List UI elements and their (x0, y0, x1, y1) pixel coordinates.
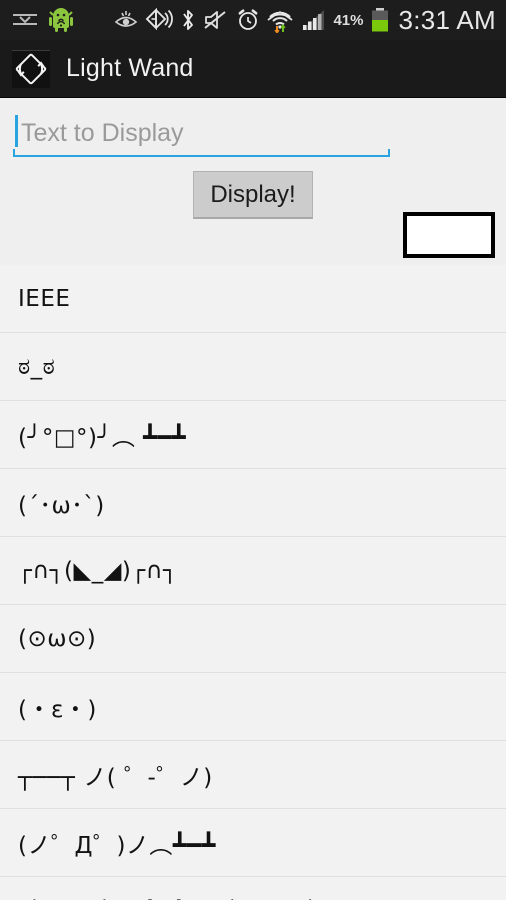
list-item[interactable]: (´･ω･`) (0, 469, 506, 537)
list-item-label: (⊙ω⊙) (18, 625, 97, 652)
list-item-label: (´･ω･`) (18, 492, 105, 519)
list-item-label: (╯°□°)╯︵ ┻━┻ (18, 424, 187, 451)
list-item[interactable]: IEEE (0, 265, 506, 333)
list-item-label: ┌∩┐(◣_◢)┌∩┐ (18, 557, 178, 584)
battery-percent-label: 41% (333, 11, 364, 29)
list-item-label: IEEE (18, 285, 71, 312)
emoticon-list[interactable]: IEEE ಠ_ಠ (╯°□°)╯︵ ┻━┻ (´･ω･`) ┌∩┐(◣_◢)┌∩… (0, 265, 506, 900)
wifi-icon (267, 11, 294, 33)
phone-screen: 41% 3:31 AM Light Wand Text to Display D… (0, 0, 506, 900)
list-item[interactable]: (╯°□°)╯︵ ┻━┻ (0, 401, 506, 469)
main-content: Display! IEEE ಠ_ಠ (╯°□°)╯︵ ┻━┻ (´･ω･`) ┌… (0, 99, 506, 900)
list-item-label: ┬──┬ ノ( ゜-゜ノ) (18, 764, 213, 791)
status-bar-left-icons (0, 7, 74, 33)
list-item[interactable]: ┬──┬ ノ( ゜-゜ノ) (0, 741, 506, 809)
list-item[interactable]: (╯°□°)╯︵ ┻━┻ ︵ ╯(°□° ╯) (0, 877, 506, 900)
list-item-label: ಠ_ಠ (18, 353, 56, 380)
sound-waves-icon (146, 8, 174, 31)
list-item[interactable]: ಠ_ಠ (0, 333, 506, 401)
display-button[interactable]: Display! (193, 171, 313, 219)
collapse-notification-icon (13, 14, 37, 25)
list-item[interactable]: (ノ゜Д゜)ノ︵┻━┻ (0, 809, 506, 877)
list-item[interactable]: (・ε・) (0, 673, 506, 741)
text-input-underline (13, 109, 390, 157)
list-item-label: (ノ゜Д゜)ノ︵┻━┻ (18, 832, 216, 859)
cell-signal-icon (302, 10, 325, 30)
alarm-clock-icon (238, 9, 259, 30)
text-cursor (15, 115, 18, 147)
app-action-bar: Light Wand (0, 40, 506, 98)
bluetooth-icon (183, 10, 194, 30)
text-to-display-input[interactable] (21, 113, 381, 153)
page-title: Light Wand (66, 54, 194, 82)
app-icon-container[interactable] (12, 49, 50, 88)
auto-rotate-diamond-icon (15, 53, 47, 85)
input-row (0, 99, 506, 171)
button-row: Display! (0, 171, 506, 227)
battery-icon (371, 8, 388, 32)
list-item-label: (・ε・) (18, 696, 97, 723)
smart-stay-eye-icon (115, 11, 138, 27)
mute-speaker-icon (204, 11, 227, 29)
list-item-label: (╯°□°)╯︵ ┻━┻ ︵ ╯(°□° ╯) (18, 894, 327, 900)
status-bar: 41% 3:31 AM (0, 0, 506, 40)
android-bug-icon (49, 8, 73, 32)
list-item[interactable]: ┌∩┐(◣_◢)┌∩┐ (0, 537, 506, 605)
list-item[interactable]: (⊙ω⊙) (0, 605, 506, 673)
status-bar-right-icons: 41% 3:31 AM (114, 5, 506, 36)
status-bar-clock: 3:31 AM (398, 4, 496, 35)
